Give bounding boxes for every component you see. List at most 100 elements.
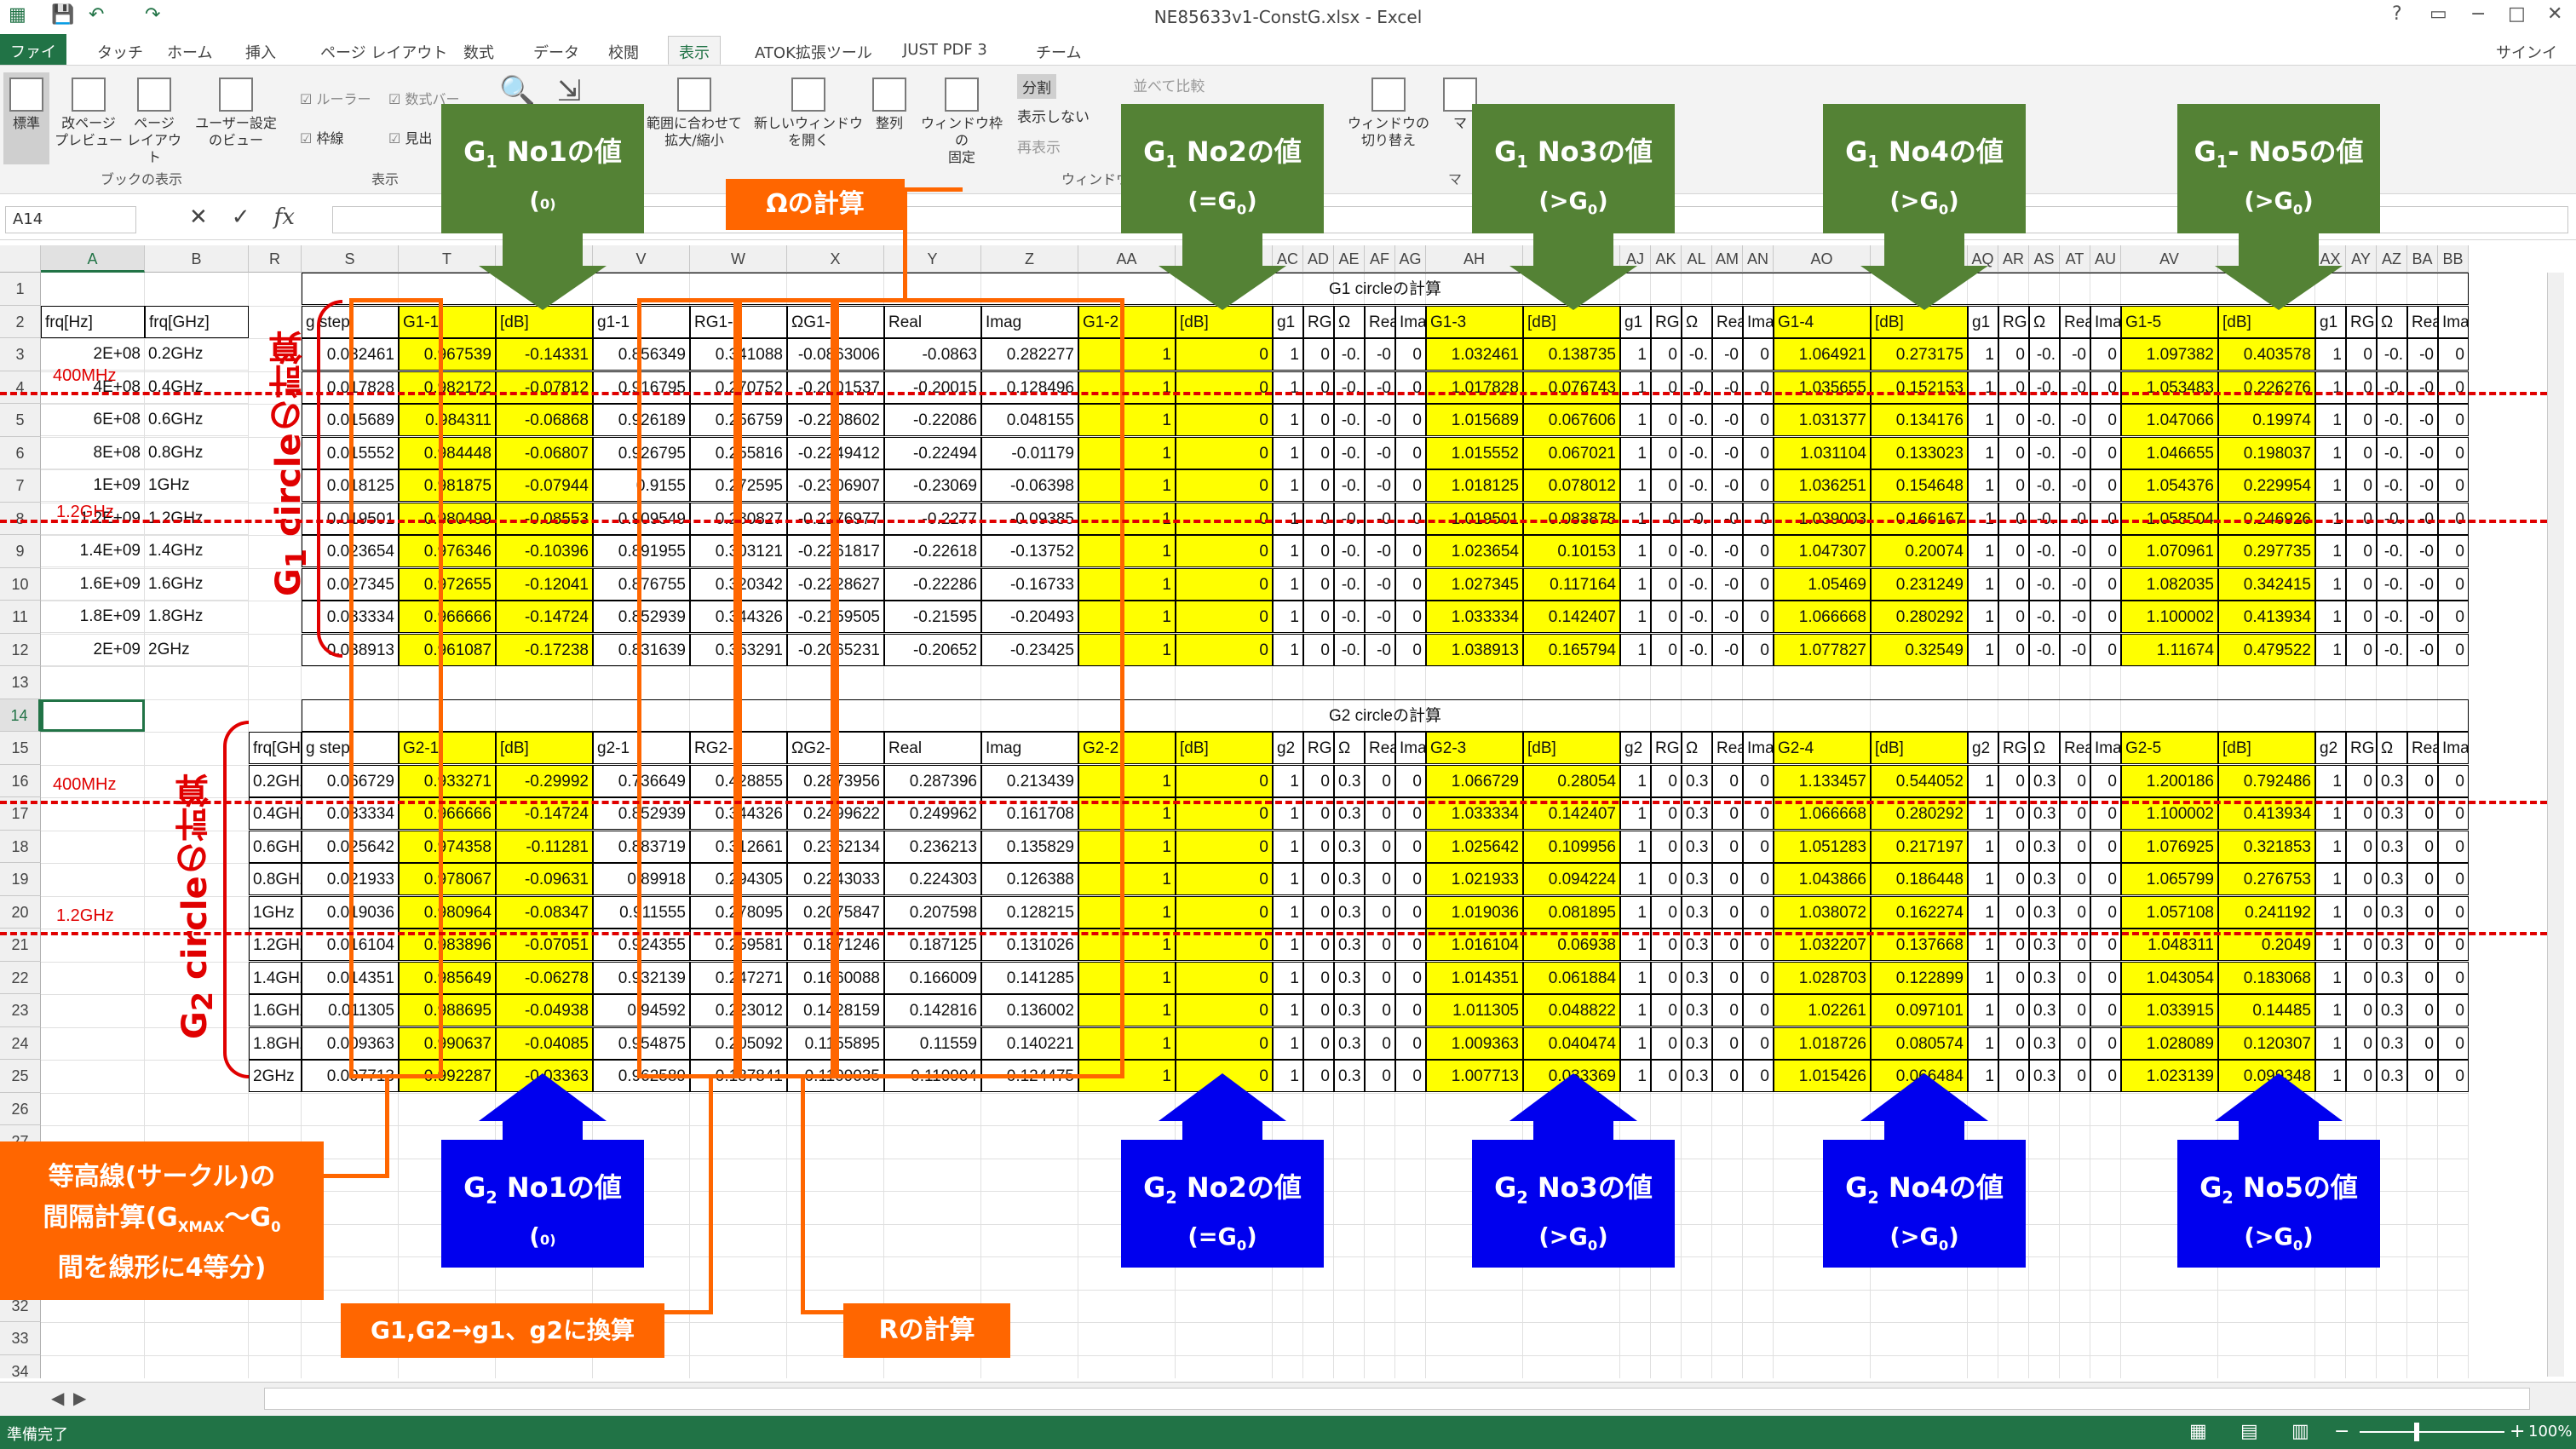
row-header[interactable]: 25 [0, 1060, 41, 1093]
data-cell[interactable]: 1.014351 [1426, 961, 1523, 994]
help-icon[interactable]: ? [2392, 3, 2402, 25]
data-cell[interactable]: 0 [2438, 895, 2469, 929]
data-cell[interactable]: -0 [2060, 567, 2090, 601]
data-cell[interactable]: 0.183068 [2218, 961, 2315, 994]
column-header[interactable]: Y [884, 245, 981, 273]
data-cell[interactable]: 0.8GHz [249, 863, 302, 895]
data-cell[interactable]: 0 [2090, 863, 2121, 895]
data-cell[interactable]: 1 [1273, 371, 1303, 404]
header-cell[interactable]: G1-4 [1774, 305, 1871, 338]
data-cell[interactable]: 0 [1998, 601, 2029, 633]
data-cell[interactable]: 0 [1743, 895, 1774, 929]
data-cell[interactable]: 1 [2315, 371, 2346, 404]
data-cell[interactable]: -0. [1334, 567, 1365, 601]
data-cell[interactable]: 0.3 [1682, 863, 1712, 895]
data-cell[interactable]: 1.11674 [2121, 633, 2218, 666]
data-cell[interactable]: 0 [2090, 961, 2121, 994]
data-cell[interactable]: 1 [1968, 863, 1998, 895]
data-cell[interactable]: 0 [2090, 1026, 2121, 1060]
data-cell[interactable]: 0.241192 [2218, 895, 2315, 929]
data-cell[interactable]: -0.08347 [496, 895, 593, 929]
data-cell[interactable]: 0.122899 [1871, 961, 1968, 994]
data-cell[interactable]: 0 [2438, 601, 2469, 633]
data-cell[interactable]: -0 [1712, 567, 1743, 601]
header-cell[interactable]: g2 [1620, 732, 1651, 764]
data-cell[interactable]: -0. [1334, 371, 1365, 404]
data-cell[interactable]: 1.021933 [1426, 863, 1523, 895]
data-cell[interactable]: 0 [1743, 1026, 1774, 1060]
header-cell[interactable]: Ω [1334, 305, 1365, 338]
row-header[interactable]: 4 [0, 371, 41, 404]
data-cell[interactable]: 1.031377 [1774, 404, 1871, 436]
tab-touch[interactable]: タッチ [89, 39, 152, 65]
tab-formulas[interactable]: 数式 [455, 39, 503, 65]
data-cell[interactable]: 0.28054 [1523, 764, 1620, 797]
data-cell[interactable]: -0. [1682, 404, 1712, 436]
data-cell[interactable]: 0.3 [1334, 895, 1365, 929]
data-cell[interactable]: 0 [1303, 1060, 1334, 1092]
data-cell[interactable]: 0.32549 [1871, 633, 1968, 666]
header-cell[interactable]: G2-4 [1774, 732, 1871, 764]
data-cell[interactable]: 1.035655 [1774, 371, 1871, 404]
data-cell[interactable]: -0.14331 [496, 338, 593, 371]
data-cell[interactable]: 0 [2346, 633, 2377, 666]
row-header[interactable]: 24 [0, 1026, 41, 1060]
data-cell[interactable]: 0.3 [2029, 863, 2060, 895]
data-cell[interactable]: -0. [1682, 371, 1712, 404]
data-cell[interactable]: -0 [2060, 535, 2090, 567]
data-cell[interactable]: 0 [1712, 1026, 1743, 1060]
column-header[interactable]: AH [1426, 245, 1523, 273]
data-cell[interactable]: 1 [1273, 404, 1303, 436]
data-cell[interactable]: 1.038072 [1774, 895, 1871, 929]
row-header[interactable]: 34 [0, 1354, 41, 1378]
data-cell[interactable]: 1.019036 [1426, 895, 1523, 929]
data-cell[interactable]: 0 [2438, 830, 2469, 863]
data-cell[interactable]: 1 [1273, 567, 1303, 601]
data-cell[interactable]: 0 [1998, 535, 2029, 567]
data-cell[interactable]: 0 [1743, 338, 1774, 371]
data-cell[interactable]: 0 [1395, 502, 1426, 535]
data-cell[interactable]: -0. [2029, 436, 2060, 469]
data-cell[interactable]: 1 [1968, 830, 1998, 863]
data-cell[interactable]: 0 [1743, 633, 1774, 666]
row-header[interactable]: 13 [0, 666, 41, 699]
data-cell[interactable]: 0 [2090, 436, 2121, 469]
data-cell[interactable]: 1.025642 [1426, 830, 1523, 863]
data-cell[interactable]: 0.3 [1682, 1026, 1712, 1060]
data-cell[interactable]: 0.3 [1334, 994, 1365, 1026]
data-cell[interactable]: 0 [2346, 436, 2377, 469]
data-cell[interactable]: 0.094224 [1523, 863, 1620, 895]
data-cell[interactable]: 1E+09 [41, 469, 145, 502]
data-cell[interactable]: -0. [1682, 436, 1712, 469]
header-cell[interactable]: Ima [2438, 305, 2469, 338]
close-button[interactable]: ✕ [2547, 3, 2562, 25]
data-cell[interactable]: 1.097382 [2121, 338, 2218, 371]
data-cell[interactable]: 1 [2315, 535, 2346, 567]
data-cell[interactable]: -0. [2377, 436, 2407, 469]
data-cell[interactable]: 1 [1968, 633, 1998, 666]
header-cell[interactable]: g1 [1273, 305, 1303, 338]
data-cell[interactable]: 0 [1303, 404, 1334, 436]
data-cell[interactable]: 1 [2315, 764, 2346, 797]
data-cell[interactable]: 0.3 [2377, 994, 2407, 1026]
data-cell[interactable]: 0 [1998, 404, 2029, 436]
column-header[interactable]: AV [2121, 245, 2218, 273]
split-button[interactable]: 分割 [1017, 74, 1056, 99]
data-cell[interactable]: 0.3 [2377, 961, 2407, 994]
data-cell[interactable]: -0 [1365, 338, 1395, 371]
header-cell[interactable]: frq[Hz] [41, 305, 145, 338]
headings-checkbox[interactable]: 見出 [388, 127, 432, 147]
data-cell[interactable]: -0 [2407, 371, 2438, 404]
sheet-prev-icon[interactable]: ◀ [51, 1388, 64, 1408]
tab-data[interactable]: データ [525, 39, 588, 65]
column-header[interactable]: AY [2346, 245, 2377, 273]
gridlines-checkbox[interactable]: 枠線 [300, 127, 343, 147]
data-cell[interactable]: 0.109956 [1523, 830, 1620, 863]
data-cell[interactable]: 0 [2060, 895, 2090, 929]
data-cell[interactable]: 1 [2315, 404, 2346, 436]
header-cell[interactable]: g1 [1620, 305, 1651, 338]
data-cell[interactable]: 0 [1365, 863, 1395, 895]
header-cell[interactable]: RG [2346, 732, 2377, 764]
data-cell[interactable]: 0.162274 [1871, 895, 1968, 929]
data-cell[interactable]: 1 [1968, 994, 1998, 1026]
